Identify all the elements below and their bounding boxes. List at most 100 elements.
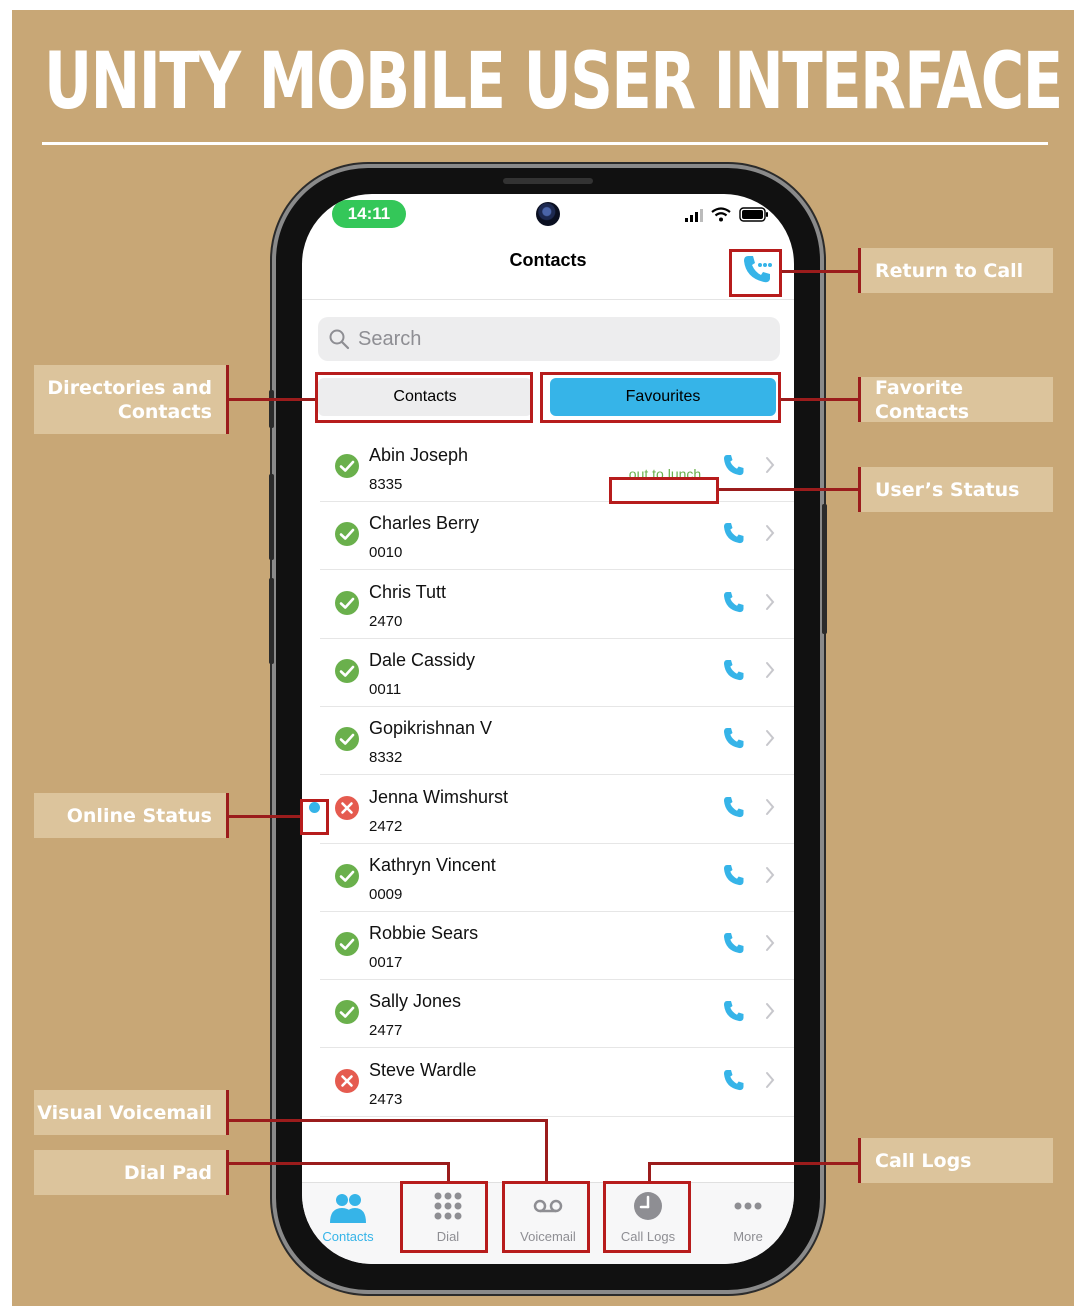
connector-directories — [227, 398, 315, 401]
contact-row[interactable]: Dale Cassidy 0011 — [302, 639, 794, 707]
chevron-right-icon[interactable] — [764, 659, 776, 681]
available-status-icon — [334, 453, 360, 479]
callout-visual-voicemail: Visual Voicemail — [34, 1090, 229, 1135]
contact-row[interactable]: Chris Tutt 2470 — [302, 571, 794, 639]
contact-extension: 8335 — [369, 476, 403, 493]
contact-row[interactable]: Kathryn Vincent 0009 — [302, 844, 794, 912]
available-status-icon — [334, 658, 360, 684]
row-divider — [320, 1115, 794, 1117]
contact-extension: 2477 — [369, 1022, 403, 1040]
busy-status-icon — [334, 795, 360, 821]
connector-voicemail-h — [227, 1119, 547, 1122]
callout-online-status: Online Status — [34, 793, 229, 838]
tab-bar-contacts-label: Contacts — [322, 1229, 374, 1244]
callout-dial-pad-text: Dial Pad — [123, 1161, 212, 1184]
call-phone-icon[interactable] — [722, 999, 746, 1023]
available-status-icon — [334, 863, 360, 889]
connector-dial-h — [227, 1162, 450, 1165]
callout-favorite-contacts-text: Favorite Contacts — [875, 376, 970, 423]
chevron-right-icon[interactable] — [764, 522, 776, 544]
highlight-user-status — [609, 477, 719, 504]
tab-bar-more-label: More — [733, 1229, 763, 1244]
connector-return-to-call — [782, 270, 859, 273]
contact-name: Charles Berry — [369, 513, 480, 534]
callout-users-status-text: User’s Status — [875, 478, 1020, 501]
callout-return-to-call: Return to Call — [858, 248, 1053, 293]
contact-name: Jenna Wimshurst — [369, 786, 509, 807]
highlight-dial-pad — [400, 1181, 488, 1253]
earpiece-speaker — [503, 178, 593, 184]
phone-screen: 14:11 Contacts Search Contacts Favourite… — [302, 194, 794, 1264]
contact-row[interactable]: Sally Jones 2477 — [302, 980, 794, 1049]
cellular-signal-icon — [685, 209, 703, 222]
chevron-right-icon[interactable] — [764, 864, 776, 886]
callout-online-status-text: Online Status — [66, 804, 212, 827]
call-phone-icon[interactable] — [722, 863, 746, 887]
call-phone-icon[interactable] — [722, 521, 746, 545]
nav-divider — [302, 299, 794, 300]
highlight-favourites-tab — [540, 372, 781, 423]
contact-extension: 0017 — [369, 954, 403, 972]
connector-call-logs-v — [648, 1162, 651, 1181]
chevron-right-icon[interactable] — [764, 1069, 776, 1091]
battery-icon — [739, 207, 768, 222]
contact-row[interactable]: Charles Berry 0010 — [302, 502, 794, 571]
mute-switch — [269, 390, 274, 428]
page-title: Contacts — [509, 250, 587, 270]
call-phone-icon[interactable] — [722, 590, 746, 614]
callout-return-to-call-text: Return to Call — [875, 259, 1024, 282]
callout-favorite-contacts: Favorite Contacts — [858, 376, 1053, 423]
search-icon — [329, 329, 350, 350]
available-status-icon — [334, 931, 360, 957]
poster-title: UNITY MOBILE USER INTERFACE — [44, 37, 1063, 127]
highlight-voicemail — [502, 1181, 590, 1253]
call-phone-icon[interactable] — [722, 931, 746, 955]
callout-users-status: User’s Status — [858, 467, 1053, 512]
contact-name: Abin Joseph — [369, 445, 469, 465]
connector-call-logs-h — [648, 1162, 859, 1165]
call-phone-icon[interactable] — [722, 658, 746, 682]
contact-extension: 2473 — [369, 1090, 403, 1108]
call-phone-icon[interactable] — [722, 453, 746, 477]
contact-row[interactable]: Robbie Sears 0017 — [302, 912, 794, 981]
volume-down-button — [269, 578, 274, 664]
chevron-right-icon[interactable] — [764, 796, 776, 818]
callout-directories: Directories and Contacts — [34, 365, 229, 434]
contact-row[interactable]: Gopikrishnan V 8332 — [302, 707, 794, 776]
chevron-right-icon[interactable] — [764, 932, 776, 954]
chevron-right-icon[interactable] — [764, 591, 776, 613]
tab-bar-contacts[interactable]: Contacts — [302, 1191, 394, 1251]
callout-visual-voicemail-text: Visual Voicemail — [37, 1101, 212, 1124]
available-status-icon — [334, 999, 360, 1025]
call-phone-icon[interactable] — [722, 726, 746, 750]
highlight-online-status — [300, 799, 329, 835]
contact-extension: 2470 — [369, 612, 403, 630]
contact-name: Steve Wardle — [369, 1059, 477, 1080]
highlight-contacts-tab — [315, 372, 533, 423]
highlight-return-to-call — [729, 249, 782, 297]
tab-bar-more[interactable]: More — [702, 1191, 794, 1251]
callout-call-logs-text: Call Logs — [875, 1149, 972, 1172]
contact-extension: 8332 — [369, 749, 403, 767]
available-status-icon — [334, 521, 360, 547]
contact-row[interactable]: Jenna Wimshurst 2472 — [302, 776, 794, 844]
contact-row[interactable]: Abin Joseph 8335 out to lunch — [302, 434, 794, 502]
busy-status-icon — [334, 1068, 360, 1094]
chevron-right-icon[interactable] — [764, 1000, 776, 1022]
search-bar[interactable] — [318, 317, 780, 361]
contact-name: Dale Cassidy — [369, 649, 476, 670]
available-status-icon — [334, 590, 360, 616]
contact-name: Gopikrishnan V — [369, 718, 493, 739]
call-phone-icon[interactable] — [722, 1068, 746, 1092]
chevron-right-icon[interactable] — [764, 727, 776, 749]
contact-extension: 0011 — [369, 680, 402, 698]
contact-row[interactable]: Steve Wardle 2473 — [302, 1049, 794, 1117]
callout-dial-pad: Dial Pad — [34, 1150, 229, 1195]
call-phone-icon[interactable] — [722, 795, 746, 819]
contact-extension: 2472 — [369, 817, 403, 835]
wifi-icon — [711, 207, 731, 222]
connector-voicemail-v — [545, 1119, 548, 1181]
search-input[interactable] — [356, 326, 760, 352]
front-camera — [536, 202, 560, 226]
chevron-right-icon[interactable] — [764, 454, 776, 476]
